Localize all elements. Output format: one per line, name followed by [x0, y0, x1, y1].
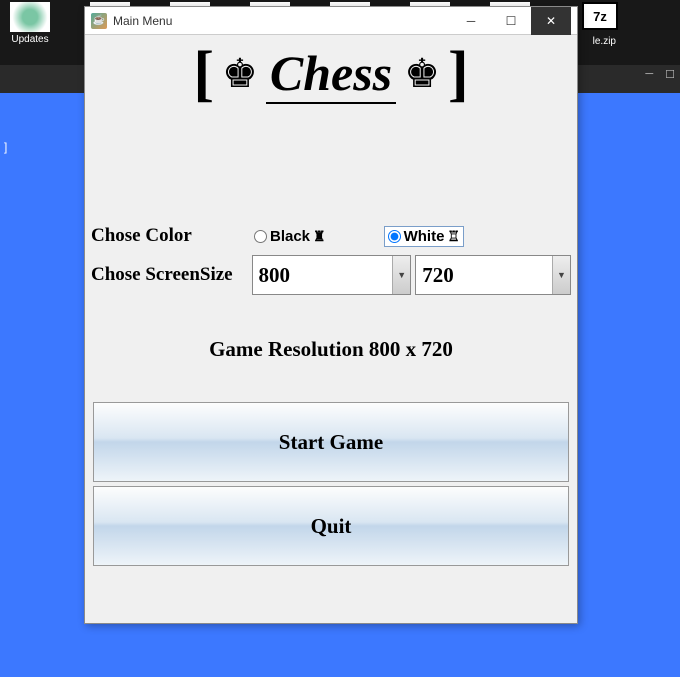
window-title: Main Menu: [113, 14, 451, 28]
height-value: 720: [422, 263, 454, 288]
main-window: ☕ Main Menu ─ ☐ ✕ [ ♚ Chess ♚ ] Chose Co…: [84, 6, 578, 624]
king-icon-left: ♚: [222, 54, 258, 94]
close-button[interactable]: ✕: [531, 7, 571, 35]
king-icon-right: ♚: [404, 54, 440, 94]
java-icon: ☕: [91, 13, 107, 29]
chevron-down-icon: ▼: [552, 256, 570, 294]
stray-bracket: ]: [4, 140, 7, 154]
maximize-button[interactable]: ☐: [491, 7, 531, 35]
color-label: Chose Color: [91, 225, 254, 247]
height-dropdown[interactable]: 720 ▼: [415, 255, 571, 295]
minimize-button[interactable]: ─: [451, 7, 491, 35]
white-piece-icon: ♖: [447, 228, 460, 245]
titlebar[interactable]: ☕ Main Menu ─ ☐ ✕: [85, 7, 577, 35]
radio-white-label: White: [404, 228, 445, 245]
radio-black-input[interactable]: [254, 230, 267, 243]
bracket-right: ]: [448, 43, 469, 105]
desktop-icon-label: Updates: [11, 34, 48, 45]
radio-white[interactable]: White ♖: [384, 226, 464, 247]
header-banner: [ ♚ Chess ♚ ]: [85, 35, 577, 135]
archive-icon: 7z: [582, 2, 618, 30]
taskbar-minimize-icon[interactable]: ─: [645, 68, 653, 81]
form-area: Chose Color Black ♜ White ♖ Chose Screen…: [85, 135, 577, 580]
color-radio-group: Black ♜ White ♖: [254, 226, 464, 247]
radio-black-label: Black: [270, 228, 310, 245]
chevron-down-icon: ▼: [392, 256, 410, 294]
screensize-label: Chose ScreenSize: [91, 264, 252, 286]
start-game-button[interactable]: Start Game: [93, 402, 569, 482]
desktop-icon-updates[interactable]: Updates: [5, 2, 55, 48]
resolution-text: Game Resolution 800 x 720: [91, 337, 571, 362]
desktop-file-label: le.zip: [593, 36, 616, 47]
bracket-left: [: [193, 43, 214, 105]
black-piece-icon: ♜: [313, 228, 326, 245]
width-dropdown[interactable]: 800 ▼: [252, 255, 412, 295]
quit-button[interactable]: Quit: [93, 486, 569, 566]
app-title: Chess: [266, 44, 396, 104]
radio-black[interactable]: Black ♜: [254, 228, 326, 245]
width-value: 800: [259, 263, 291, 288]
taskbar-maximize-icon[interactable]: ☐: [665, 68, 675, 81]
radio-white-input[interactable]: [388, 230, 401, 243]
